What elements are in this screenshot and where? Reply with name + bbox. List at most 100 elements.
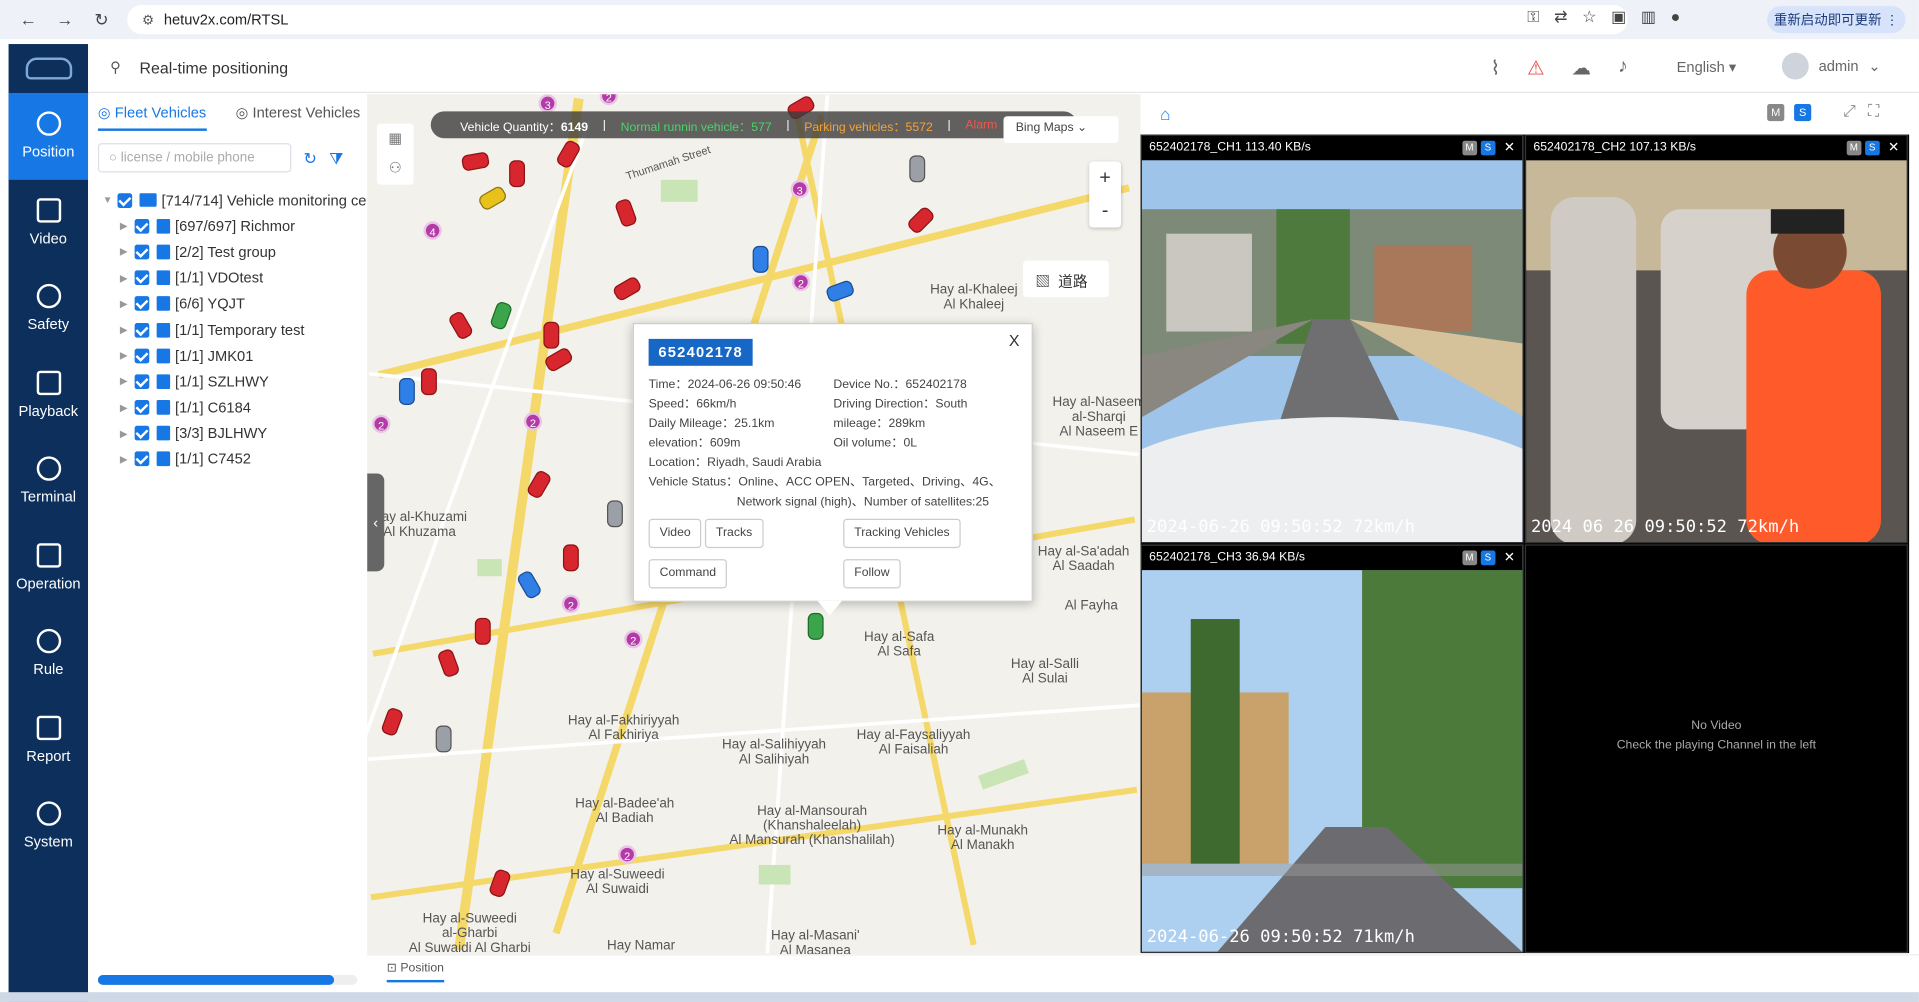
sidebar-item-rule[interactable]: Rule (9, 610, 89, 696)
sidebar-item-playback[interactable]: Playback (9, 352, 89, 438)
tree-group[interactable]: ▶ [1/1] JMK01 (103, 343, 367, 369)
cluster-marker[interactable]: 2 (618, 845, 637, 864)
cluster-marker[interactable]: 2 (791, 272, 811, 292)
video-cell-ch1[interactable]: 652402178_CH1 113.40 KB/s M S ✕ 2024-06-26 … (1140, 134, 1524, 544)
reload-icon[interactable]: ↻ (88, 9, 115, 30)
vehicle-marker[interactable] (420, 368, 437, 396)
video-cell-empty[interactable]: No Video Check the playing Channel in the… (1524, 544, 1908, 954)
horizontal-scrollbar[interactable] (97, 975, 358, 985)
language-select[interactable]: English ▾ (1677, 59, 1737, 76)
vehicle-marker[interactable] (435, 725, 452, 753)
sub-stream-button[interactable]: S (1794, 103, 1812, 122)
scrollbar-thumb[interactable] (97, 975, 334, 985)
sidebar-item-terminal[interactable]: Terminal (9, 438, 89, 524)
close-video-button[interactable]: ✕ (1504, 139, 1515, 156)
vehicle-marker[interactable] (752, 245, 769, 273)
checkbox[interactable] (134, 322, 150, 338)
vehicle-marker[interactable] (562, 544, 579, 572)
filter-icon[interactable]: ⧩ (329, 149, 343, 169)
expand-icon[interactable]: ▶ (120, 246, 135, 257)
tab-position[interactable]: ⊡ Position (386, 962, 444, 983)
zoom-out-button[interactable]: - (1089, 195, 1121, 228)
map[interactable]: 3 2 3 4 2 2 2 2 2 2 Hay al-Khaleej Al Kh… (367, 94, 1141, 955)
vehicle-marker[interactable] (398, 378, 415, 405)
vehicle-marker[interactable] (515, 569, 543, 601)
cluster-marker[interactable]: 3 (538, 94, 557, 113)
address-bar[interactable]: ⚙ hetuv2x.com/RTSL (127, 4, 1628, 35)
tree-group[interactable]: ▶ [1/1] C7452 (103, 446, 367, 472)
history-icon[interactable]: ⌂ (1160, 104, 1170, 124)
sub-stream-button[interactable]: S (1864, 140, 1880, 155)
checkbox[interactable] (134, 244, 150, 260)
tree-group[interactable]: ▶ [697/697] Richmor (103, 213, 367, 239)
maximize-icon[interactable]: ⛶ (1868, 102, 1879, 122)
vehicle-marker[interactable] (476, 184, 509, 212)
checkbox[interactable] (117, 192, 133, 208)
collapse-panel-button[interactable]: ‹ (367, 473, 385, 572)
sub-stream-button[interactable]: S (1480, 549, 1496, 565)
tab-interest-vehicles[interactable]: ◎ Interest Vehicles (236, 104, 361, 131)
sub-stream-button[interactable]: S (1480, 140, 1496, 155)
cluster-marker[interactable]: 2 (523, 412, 543, 431)
tree-group[interactable]: ▶ [6/6] YQJT (103, 291, 367, 317)
expand-icon[interactable]: ▶ (120, 298, 135, 309)
checkbox[interactable] (134, 452, 150, 467)
road-layer-toggle[interactable]: ▧ 道路 (1023, 260, 1109, 298)
expand-icon[interactable]: ▶ (120, 350, 135, 361)
expand-icon[interactable]: ▶ (120, 454, 135, 465)
alarm-icon[interactable]: ⚠ (1527, 56, 1545, 80)
tree-group[interactable]: ▶ [1/1] Temporary test (103, 317, 367, 343)
sidebar-item-operation[interactable]: Operation (9, 524, 89, 610)
zoom-in-button[interactable]: + (1089, 161, 1121, 194)
fullscreen-icon[interactable]: ⤢ (1843, 102, 1856, 122)
translate-icon[interactable]: ⇄ (1554, 7, 1567, 27)
vehicle-marker[interactable] (543, 321, 560, 349)
expand-icon[interactable]: ▶ (120, 324, 135, 335)
tree-group[interactable]: ▶ [1/1] SZLHWY (103, 369, 367, 395)
cluster-marker[interactable]: 2 (624, 630, 643, 649)
vehicle-marker[interactable] (436, 647, 461, 679)
vehicle-marker[interactable] (474, 617, 491, 645)
tree-root[interactable]: ▼ [714/714] Vehicle monitoring ce (103, 187, 367, 213)
tree-group[interactable]: ▶ [3/3] BJLHWY (103, 420, 367, 446)
vehicle-marker[interactable] (807, 612, 824, 640)
expand-icon[interactable]: ▶ (120, 402, 135, 413)
cluster-marker[interactable]: 4 (423, 221, 442, 240)
tree-group[interactable]: ▶ [2/2] Test group (103, 239, 367, 265)
cloud-download-icon[interactable]: ☁ (1572, 56, 1592, 80)
main-stream-button[interactable]: M (1462, 549, 1477, 565)
tree-group[interactable]: ▶ [1/1] C6184 (103, 395, 367, 421)
expand-icon[interactable]: ▶ (120, 221, 135, 232)
sidepanel-icon[interactable]: ▥ (1641, 7, 1656, 27)
profile-icon[interactable]: ● (1671, 7, 1681, 27)
expand-icon[interactable]: ▼ (103, 195, 118, 206)
vehicle-marker[interactable] (489, 300, 514, 332)
video-button[interactable]: Video (648, 518, 702, 549)
checkbox[interactable] (134, 270, 150, 286)
site-info-icon[interactable]: ⚙ (142, 12, 154, 28)
sidebar-item-system[interactable]: System (9, 783, 89, 869)
checkbox[interactable] (134, 348, 150, 364)
back-icon[interactable]: ← (15, 10, 42, 30)
video-cell-ch2[interactable]: 652402178_CH2 107.13 KB/s M S ✕ 2024 06 26 … (1524, 134, 1908, 544)
search-input[interactable]: ○ license / mobile phone (97, 143, 292, 173)
vehicle-marker[interactable] (509, 160, 526, 188)
checkbox[interactable] (134, 218, 150, 234)
expand-icon[interactable]: ▶ (120, 428, 135, 439)
expand-icon[interactable]: ▶ (120, 272, 135, 283)
sidebar-item-report[interactable]: Report (9, 697, 89, 783)
tab-fleet-vehicles[interactable]: ◎ Fleet Vehicles (97, 104, 207, 131)
person-icon[interactable]: ⚇ (377, 153, 414, 182)
vehicle-marker[interactable] (613, 197, 639, 229)
vehicle-marker[interactable] (611, 275, 643, 303)
vehicle-marker[interactable] (909, 155, 926, 183)
cluster-marker[interactable]: 3 (790, 179, 809, 199)
close-video-button[interactable]: ✕ (1888, 139, 1899, 156)
vehicle-marker[interactable] (487, 867, 513, 899)
vehicle-marker[interactable] (460, 151, 491, 172)
checkbox[interactable] (134, 374, 150, 389)
cluster-marker[interactable]: 2 (561, 594, 581, 613)
expand-icon[interactable]: ▶ (120, 376, 135, 387)
key-icon[interactable]: ⚿ (1527, 7, 1539, 27)
extensions-icon[interactable]: ▣ (1611, 7, 1626, 27)
